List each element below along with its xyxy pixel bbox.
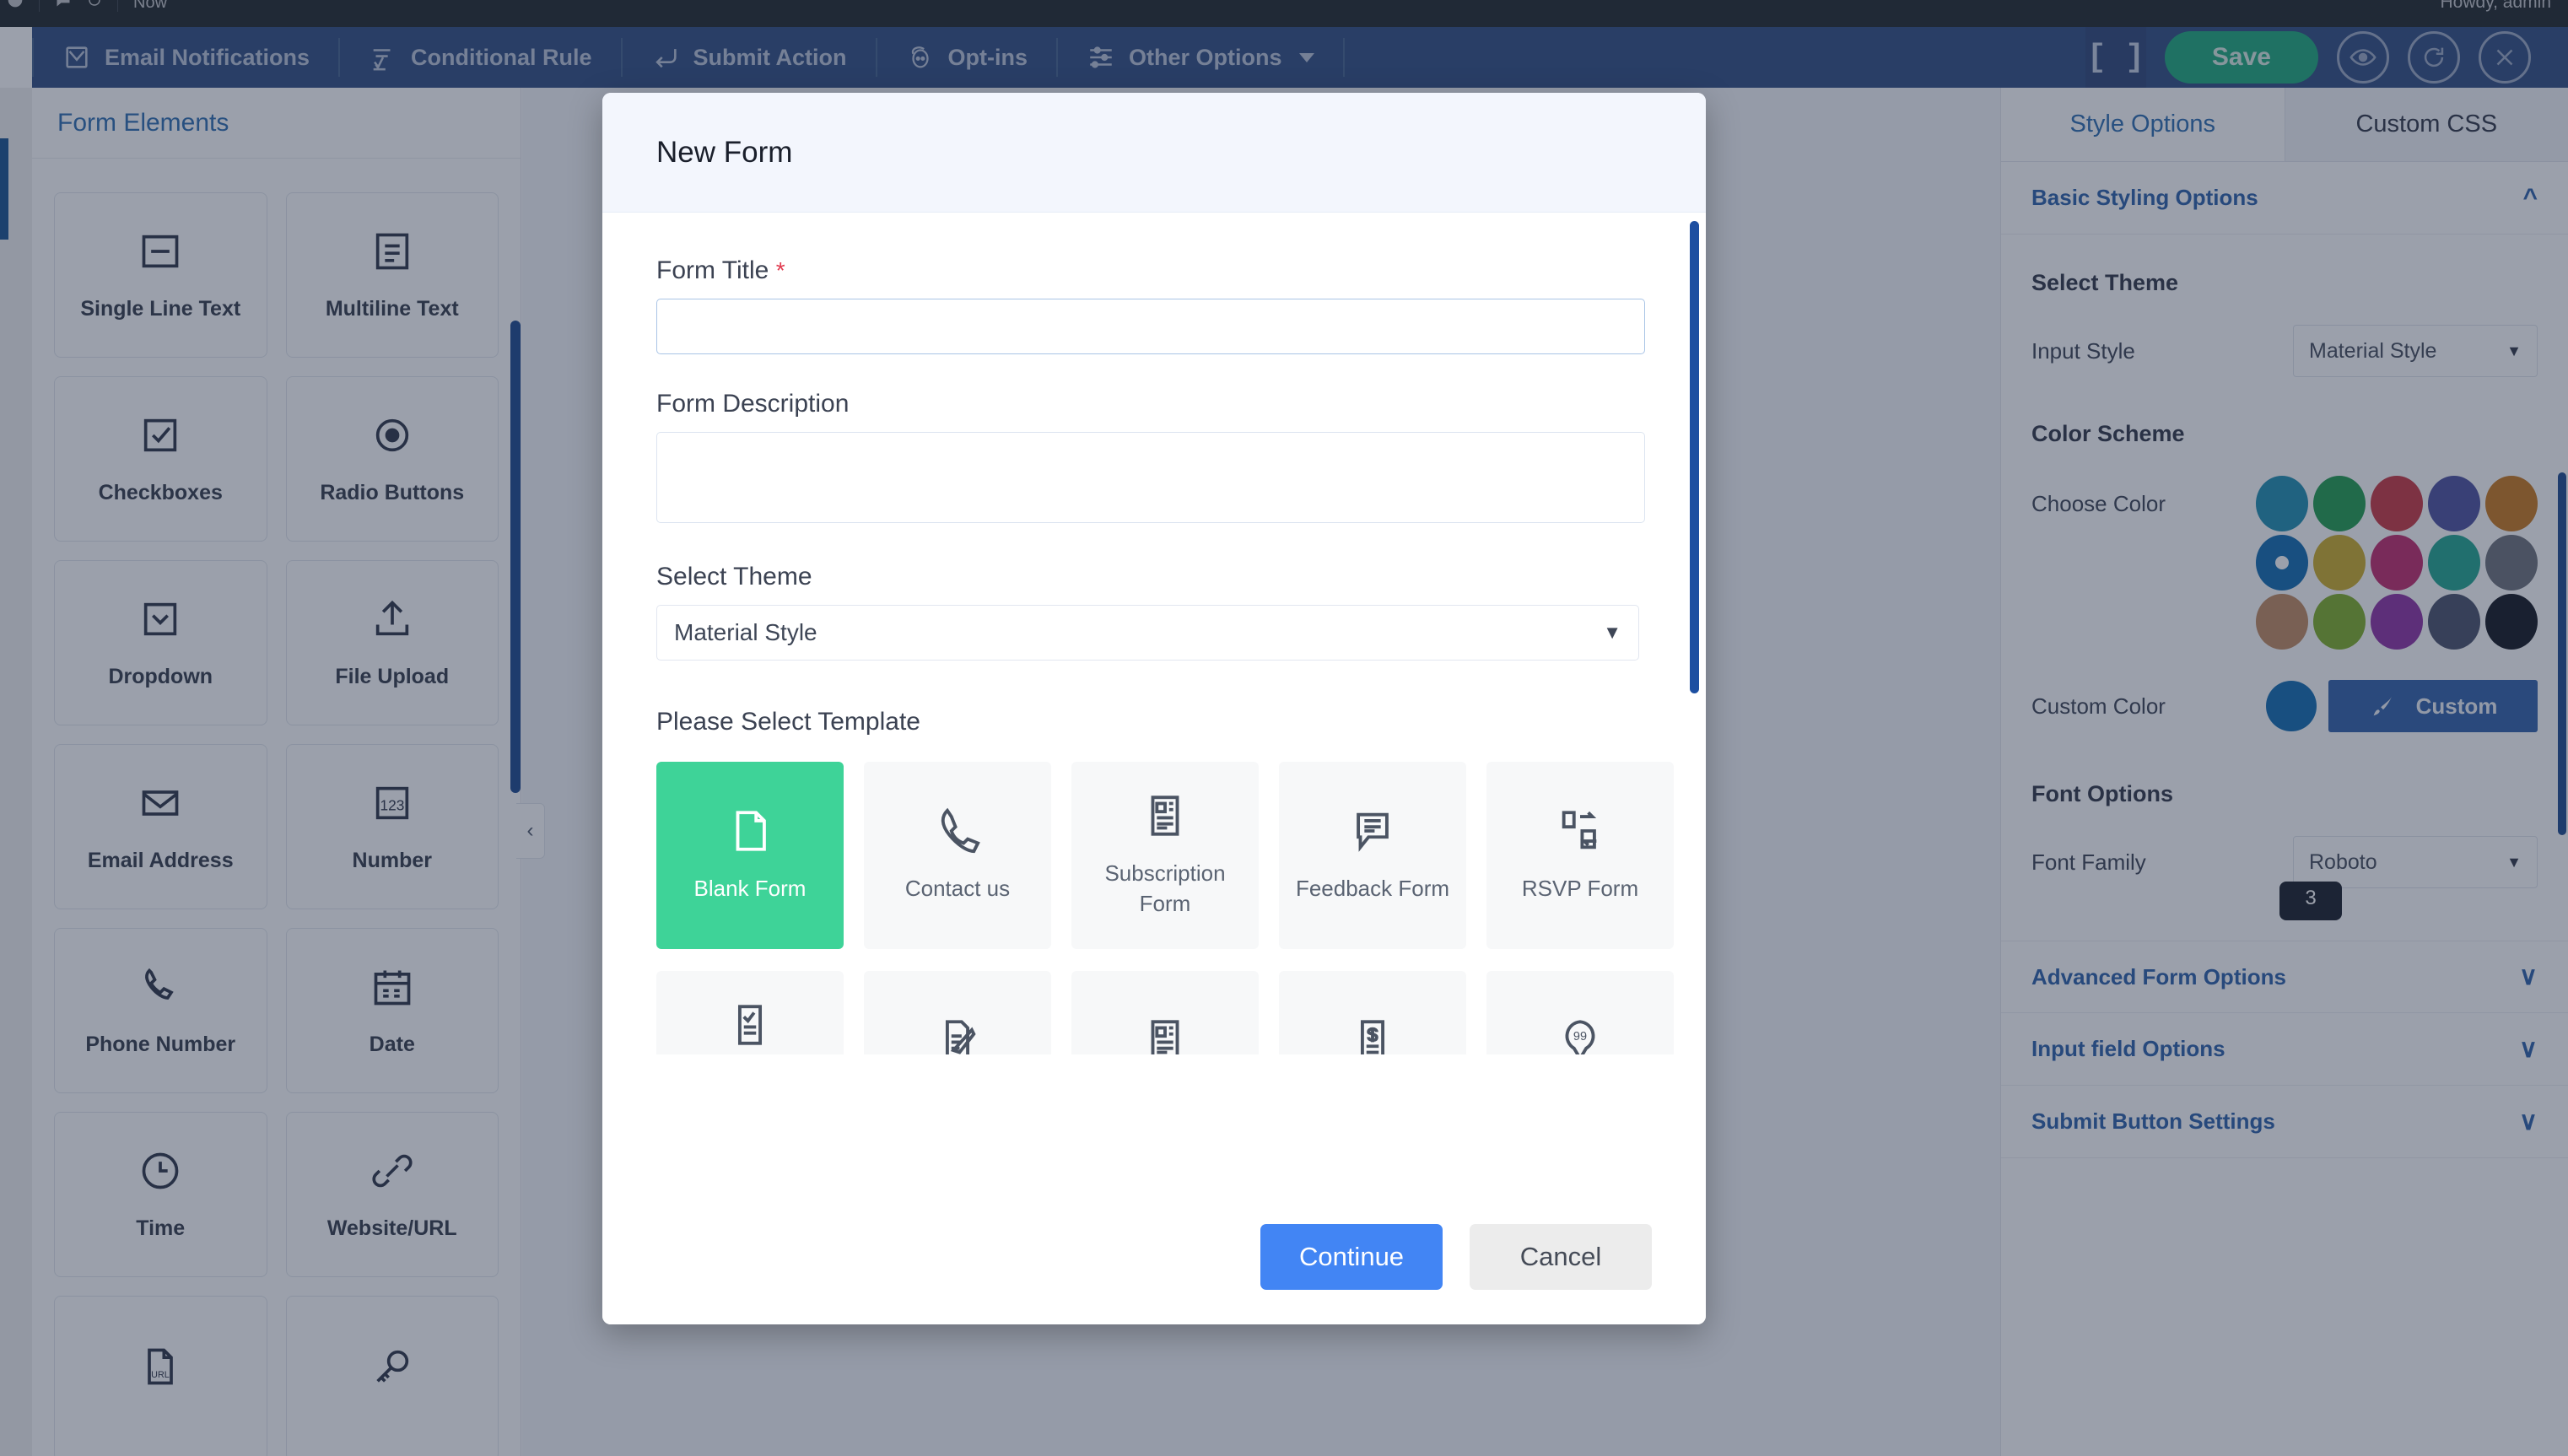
template-heading: Please Select Template <box>656 708 1652 736</box>
form-title-label: Form Title * <box>656 256 1652 285</box>
subscription-doc-icon <box>1141 791 1190 840</box>
template-label: Feedback Form <box>1296 874 1449 904</box>
template-label: Subscription Form <box>1080 859 1250 919</box>
dialog-footer: Continue Cancel <box>602 1189 1706 1324</box>
template-feedback-form[interactable]: Feedback Form <box>1279 762 1466 949</box>
select-theme-label: Select Theme <box>656 563 1652 591</box>
required-marker: * <box>776 257 785 283</box>
form-title-input[interactable] <box>656 299 1645 354</box>
template-subscription-form[interactable]: Subscription Form <box>1071 762 1259 949</box>
template-contact-us[interactable]: Contact us <box>864 762 1051 949</box>
template-blank-form[interactable]: Blank Form <box>656 762 844 949</box>
new-form-dialog: New Form Form Title * Form Description S… <box>602 93 1706 1324</box>
form-description-label: Form Description <box>656 390 1652 418</box>
form-description-textarea[interactable] <box>656 432 1645 523</box>
template-label: Blank Form <box>694 874 807 904</box>
theme-select[interactable]: Material Style ▼ <box>656 605 1639 661</box>
dialog-body: Form Title * Form Description Select The… <box>602 213 1706 1189</box>
cancel-button[interactable]: Cancel <box>1470 1224 1652 1290</box>
phone-handset-icon <box>933 806 982 855</box>
svg-text:99: 99 <box>1573 1030 1587 1043</box>
dialog-scrollbar[interactable] <box>1690 221 1699 1174</box>
form-title-label-text: Form Title <box>656 256 769 284</box>
registration-check-icon <box>726 1000 774 1049</box>
dialog-fade-mask <box>602 1054 1706 1189</box>
theme-select-value: Material Style <box>674 619 817 646</box>
template-label: RSVP Form <box>1522 874 1638 904</box>
template-rsvp-form[interactable]: RSVP Form <box>1486 762 1674 949</box>
speech-bubble-icon <box>1348 806 1397 855</box>
rsvp-exchange-icon <box>1556 806 1605 855</box>
dialog-title: New Form <box>602 93 1706 213</box>
continue-button[interactable]: Continue <box>1260 1224 1443 1290</box>
chevron-down-icon: ▼ <box>1603 622 1621 644</box>
template-label: Contact us <box>905 874 1010 904</box>
blank-page-icon <box>726 806 774 855</box>
